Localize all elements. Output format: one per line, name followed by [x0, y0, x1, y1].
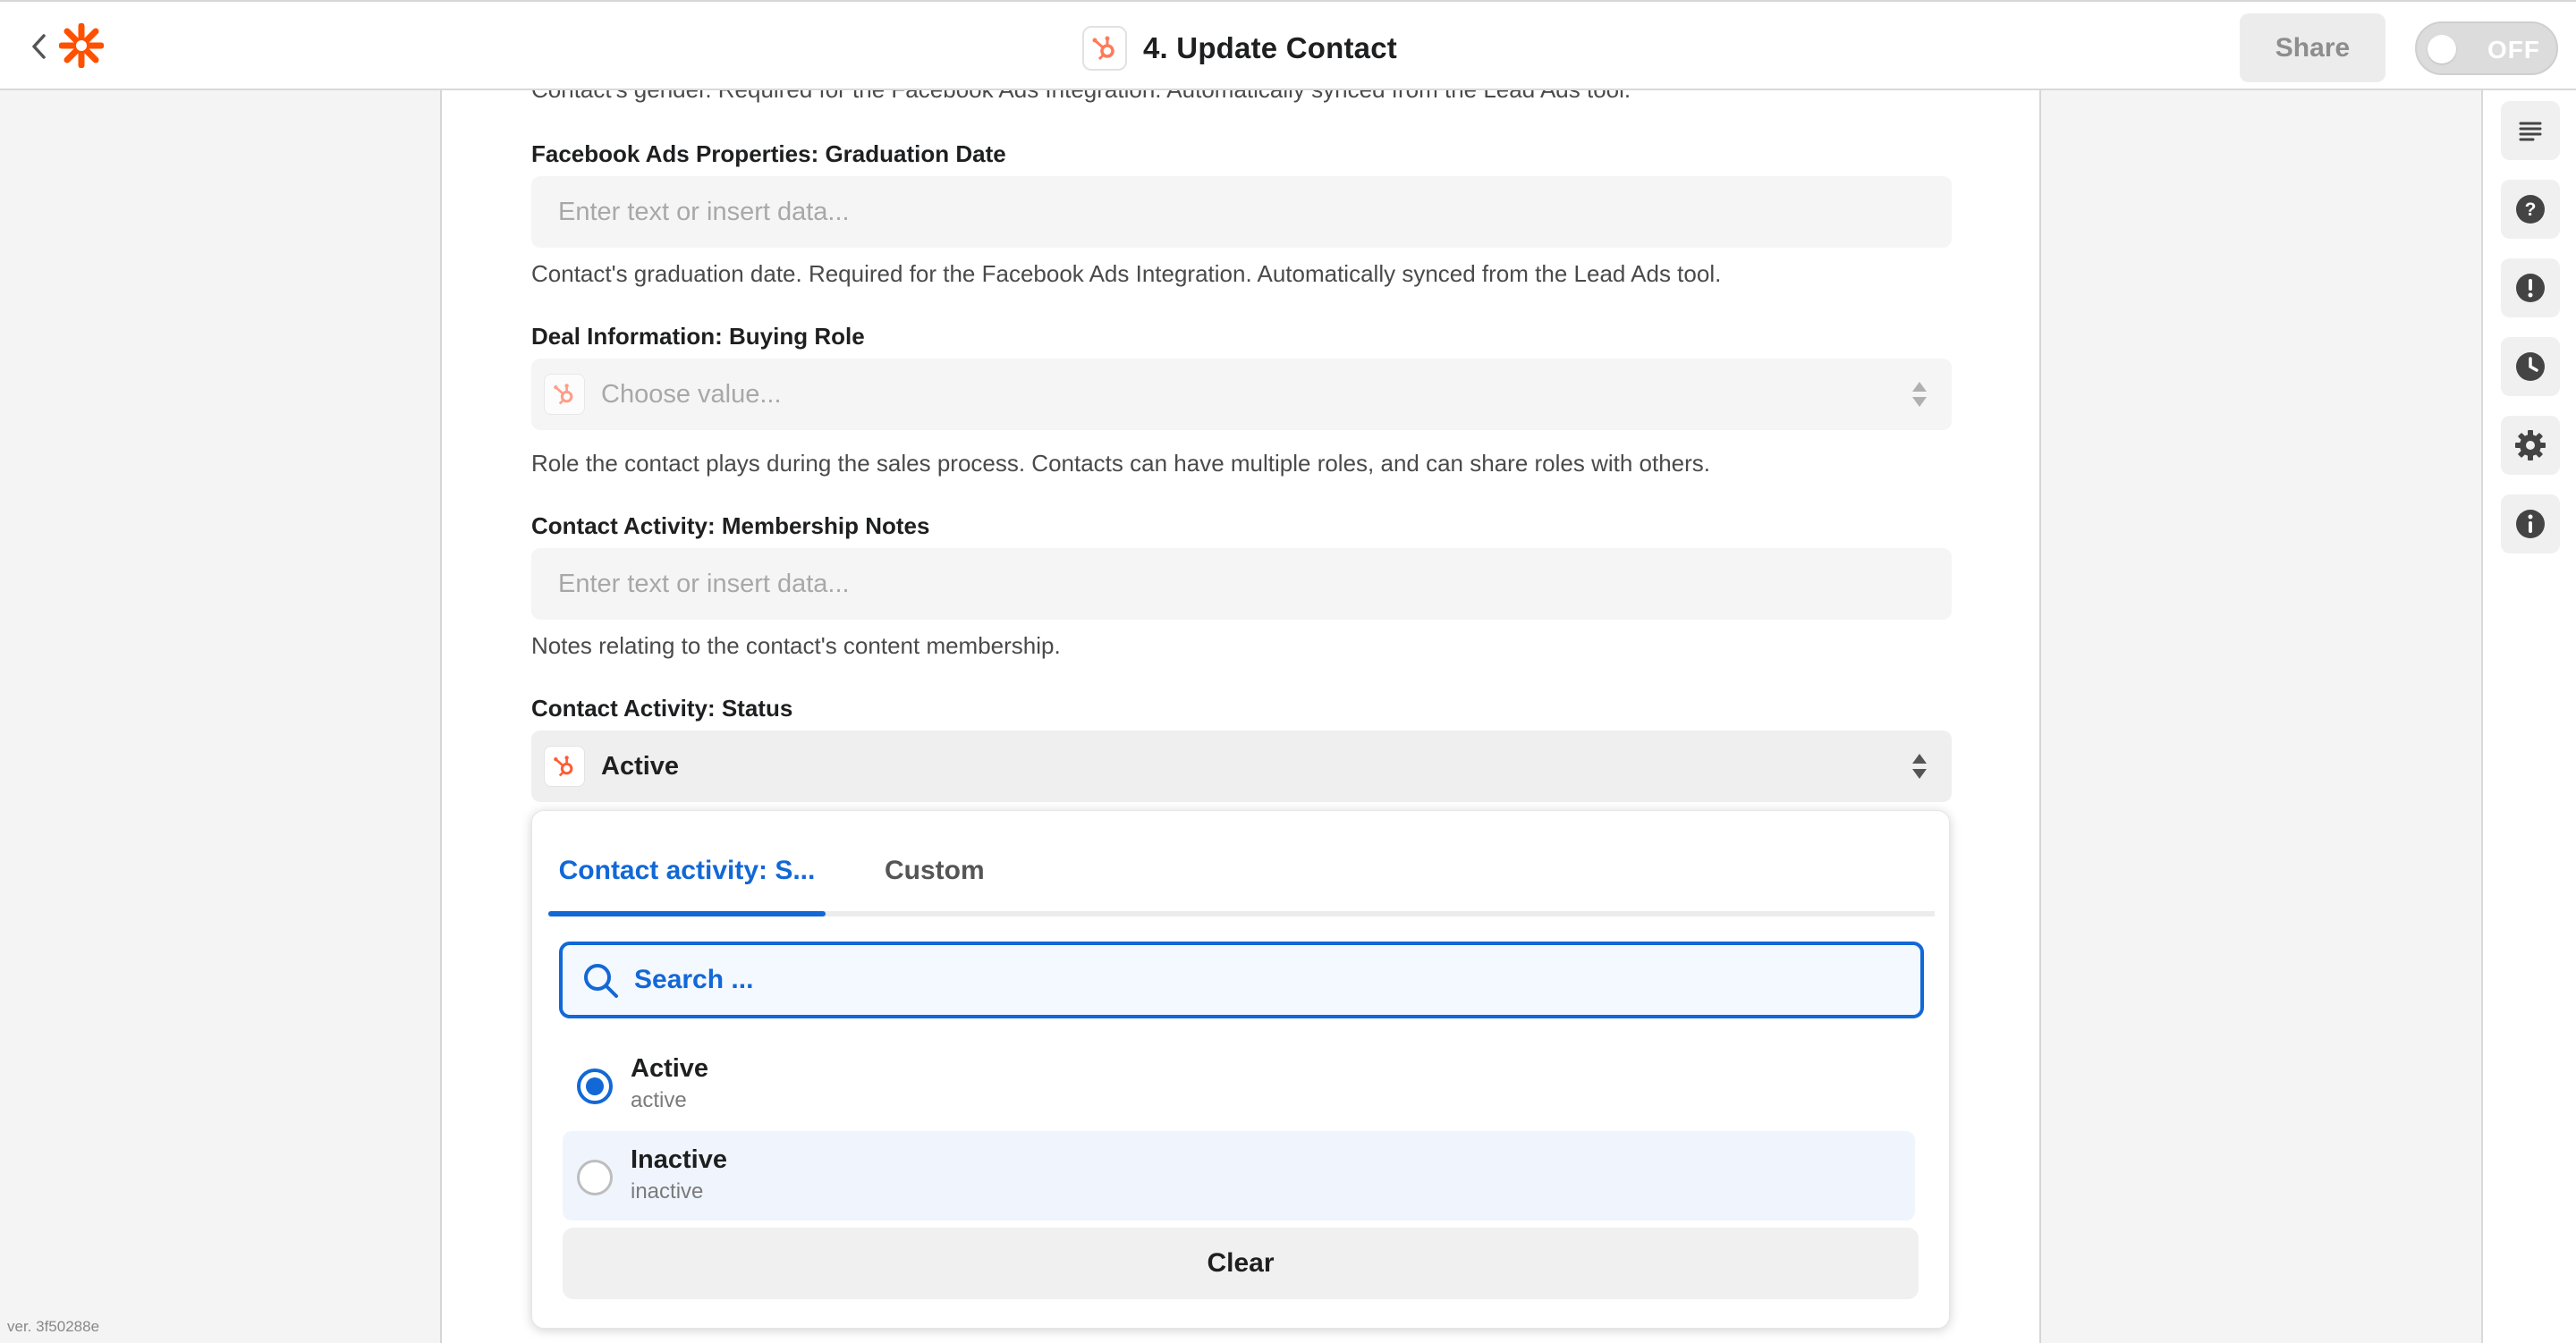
field-label: Facebook Ads Properties: Graduation Date: [531, 140, 1006, 167]
help-icon: ?: [2516, 195, 2545, 224]
search-icon: [584, 964, 618, 998]
option-value: active: [631, 1088, 687, 1112]
hubspot-icon: [1082, 26, 1127, 71]
field-label: Contact Activity: Membership Notes: [531, 512, 930, 539]
option-active[interactable]: Active active: [563, 1040, 1915, 1129]
graduation-date-input[interactable]: Enter text or insert data...: [531, 176, 1952, 248]
hubspot-icon: [544, 746, 585, 787]
top-bar: 4. Update Contact Share OFF: [0, 0, 2576, 90]
page-title[interactable]: 4. Update Contact: [1143, 31, 1397, 65]
option-value: inactive: [631, 1179, 704, 1204]
tab-contact-activity-status[interactable]: Contact activity: S...: [548, 856, 826, 886]
share-button[interactable]: Share: [2240, 13, 2385, 82]
dropdown-tabs: Contact activity: S... Custom: [548, 811, 1935, 916]
clear-button[interactable]: Clear: [563, 1228, 1919, 1299]
info-icon: [2516, 510, 2545, 538]
buying-role-select[interactable]: Choose value...: [531, 359, 1952, 430]
field-label: Deal Information: Buying Role: [531, 323, 865, 350]
outline-button[interactable]: [2501, 101, 2560, 160]
toggle-label: OFF: [2487, 36, 2540, 63]
status-select[interactable]: Active: [531, 731, 1952, 802]
tab-custom[interactable]: Custom: [885, 856, 985, 886]
history-button[interactable]: [2501, 337, 2560, 396]
back-chevron-icon: [32, 34, 46, 59]
sort-arrows-icon: [1912, 382, 1927, 407]
search-placeholder: Search ...: [634, 965, 754, 994]
alert-icon: [2516, 274, 2545, 302]
field-label: Contact Activity: Status: [531, 695, 793, 722]
search-input[interactable]: Search ...: [559, 942, 1924, 1018]
svg-text:?: ?: [2525, 199, 2537, 220]
field-help-text: Notes relating to the contact's content …: [531, 632, 1061, 659]
step-title-group: 4. Update Contact: [1082, 26, 1397, 71]
active-tab-indicator: [548, 911, 826, 916]
gear-icon: [2515, 430, 2546, 460]
details-button[interactable]: [2501, 494, 2560, 553]
membership-notes-input[interactable]: Enter text or insert data...: [531, 548, 1952, 620]
select-value: Active: [601, 751, 680, 781]
status-dropdown-panel: Contact activity: S... Custom Search ...…: [531, 810, 1950, 1329]
outline-icon: [2519, 122, 2542, 141]
version-label: ver. 3f50288e: [7, 1318, 100, 1335]
back-button[interactable]: [25, 30, 52, 63]
sort-arrows-icon: [1912, 754, 1927, 779]
radio-unchecked[interactable]: [577, 1160, 613, 1195]
field-help-text: Contact's gender. Required for the Faceb…: [531, 90, 1631, 104]
option-inactive[interactable]: Inactive inactive: [563, 1131, 1915, 1221]
zapier-logo-icon[interactable]: [58, 22, 105, 69]
select-placeholder: Choose value...: [601, 379, 782, 409]
help-button[interactable]: ?: [2501, 180, 2560, 239]
settings-button[interactable]: [2501, 416, 2560, 475]
radio-checked[interactable]: [577, 1068, 613, 1104]
option-label: Inactive: [631, 1145, 727, 1174]
field-help-text: Role the contact plays during the sales …: [531, 450, 1711, 477]
option-label: Active: [631, 1054, 709, 1083]
alerts-button[interactable]: [2501, 258, 2560, 317]
toggle-knob: [2428, 35, 2456, 63]
right-sidebar: ?: [2481, 90, 2576, 1343]
field-help-text: Contact's graduation date. Required for …: [531, 260, 1722, 287]
hubspot-icon: [544, 374, 585, 415]
zap-on-off-toggle[interactable]: OFF: [2415, 21, 2558, 75]
history-icon: [2516, 352, 2545, 381]
